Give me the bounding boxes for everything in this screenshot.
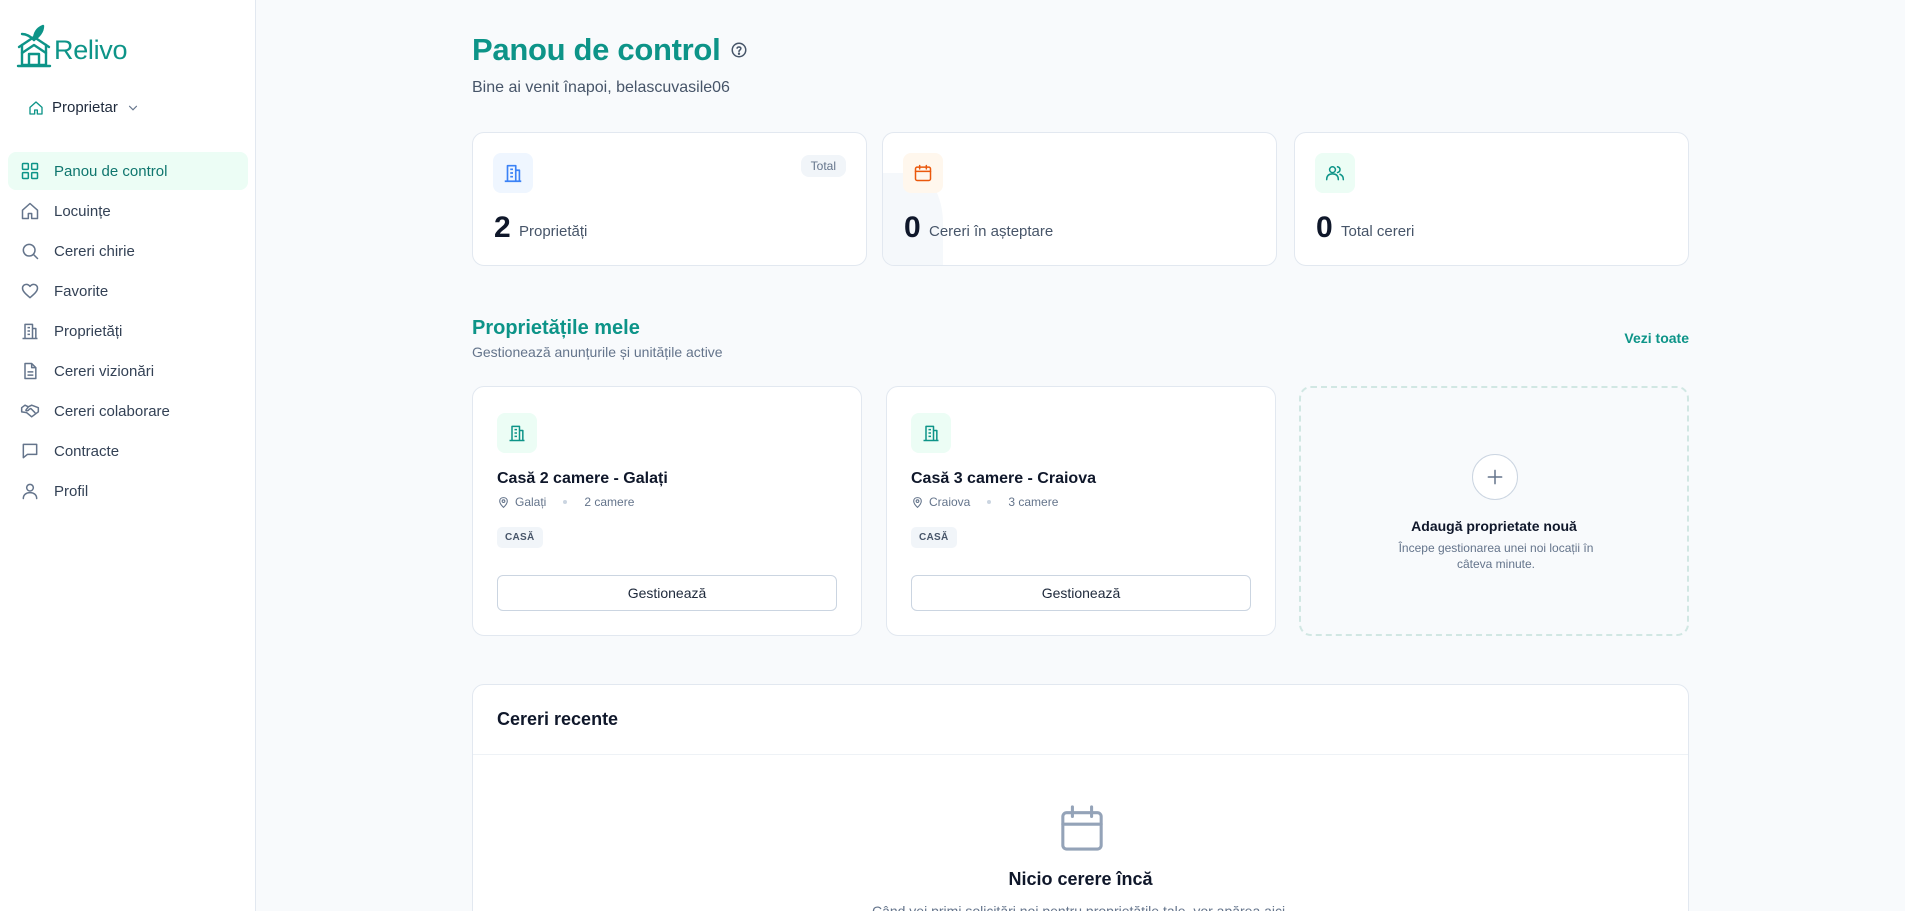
property-type-tag: CASĂ bbox=[497, 527, 543, 548]
chat-icon bbox=[20, 441, 40, 461]
sidebar-item-label: Panou de control bbox=[54, 162, 168, 180]
stat-label: Proprietăți bbox=[519, 223, 588, 240]
map-pin-icon bbox=[499, 496, 508, 508]
logo-icon bbox=[16, 24, 52, 68]
stat-card-total-requests: 0 Total cereri bbox=[1294, 132, 1689, 266]
stat-label: Cereri în așteptare bbox=[929, 223, 1054, 240]
section-subtitle: Gestionează anunțurile și unitățile acti… bbox=[472, 344, 723, 360]
empty-state-description: Când vei primi solicitări noi pentru pro… bbox=[871, 903, 1290, 911]
sidebar-item-contracts[interactable]: Contracte bbox=[8, 432, 248, 470]
property-meta: Craiova 3 camere bbox=[911, 495, 1058, 509]
property-name[interactable]: Casă 3 camere - Craiova bbox=[911, 470, 1096, 488]
sidebar-item-label: Proprietăți bbox=[54, 322, 123, 340]
property-type-tag: CASĂ bbox=[911, 527, 957, 548]
building-icon bbox=[20, 321, 40, 341]
property-card: Casă 2 camere - Galați Galați 2 camere C… bbox=[472, 386, 862, 636]
total-badge: Total bbox=[800, 155, 846, 177]
sidebar-item-favorites[interactable]: Favorite bbox=[8, 272, 248, 310]
page-title-text: Panou de control bbox=[472, 32, 721, 67]
home-icon bbox=[20, 201, 40, 221]
sidebar-nav: Panou de control Locuințe Cereri chirie … bbox=[8, 152, 248, 512]
document-icon bbox=[20, 361, 40, 381]
calendar-icon bbox=[1059, 803, 1105, 853]
search-icon bbox=[20, 241, 40, 261]
property-city: Galați bbox=[515, 495, 547, 509]
sidebar-item-label: Favorite bbox=[54, 282, 109, 300]
panel-title: Cereri recente bbox=[473, 685, 1688, 755]
sidebar-item-label: Locuințe bbox=[54, 202, 111, 220]
brand-logo[interactable]: Relivo bbox=[16, 20, 128, 68]
sidebar-item-dashboard[interactable]: Panou de control bbox=[8, 152, 248, 190]
property-name[interactable]: Casă 2 camere - Galați bbox=[497, 470, 668, 488]
property-rooms: 3 camere bbox=[1008, 495, 1059, 509]
help-icon[interactable] bbox=[730, 41, 748, 59]
separator-dot bbox=[563, 500, 568, 504]
property-meta: Galați 2 camere bbox=[497, 495, 634, 509]
add-property-card[interactable]: Adaugă proprietate nouă Începe gestionar… bbox=[1299, 386, 1689, 636]
map-pin-icon bbox=[913, 496, 922, 508]
heart-icon bbox=[20, 281, 40, 301]
view-all-link[interactable]: Vezi toate bbox=[1624, 330, 1689, 346]
home-icon bbox=[29, 100, 43, 115]
separator-dot bbox=[987, 500, 992, 504]
chevron-down-icon bbox=[128, 105, 137, 111]
brand-name: Relivo bbox=[54, 35, 128, 65]
grid-icon bbox=[20, 161, 40, 181]
building-icon bbox=[497, 413, 537, 453]
sidebar-item-homes[interactable]: Locuințe bbox=[8, 192, 248, 230]
plus-icon bbox=[1472, 454, 1518, 500]
sidebar-item-viewing-requests[interactable]: Cereri vizionări bbox=[8, 352, 248, 390]
building-icon bbox=[493, 153, 533, 193]
property-rooms: 2 camere bbox=[584, 495, 635, 509]
building-icon bbox=[911, 413, 951, 453]
sidebar-item-profile[interactable]: Profil bbox=[8, 472, 248, 510]
sidebar-item-label: Profil bbox=[54, 482, 89, 500]
handshake-icon bbox=[20, 401, 40, 421]
section-title: Proprietățile mele bbox=[472, 317, 640, 339]
users-icon bbox=[1315, 153, 1355, 193]
sidebar-item-label: Cereri vizionări bbox=[54, 362, 155, 380]
stat-value: 2 bbox=[494, 211, 511, 244]
property-card: Casă 3 camere - Craiova Craiova 3 camere… bbox=[886, 386, 1276, 636]
stat-card-pending-requests: 0 Cereri în așteptare bbox=[882, 132, 1277, 266]
add-property-title: Adaugă proprietate nouă bbox=[1411, 518, 1577, 534]
stat-value: 0 bbox=[904, 211, 921, 244]
stat-value: 0 bbox=[1316, 211, 1333, 244]
manage-button[interactable]: Gestionează bbox=[911, 575, 1251, 611]
role-label: Proprietar bbox=[52, 99, 118, 116]
stat-label: Total cereri bbox=[1341, 223, 1415, 240]
sidebar-item-label: Cereri chirie bbox=[54, 242, 135, 260]
page-title: Panou de control bbox=[472, 32, 748, 68]
sidebar-item-properties[interactable]: Proprietăți bbox=[8, 312, 248, 350]
empty-state-title: Nicio cerere încă bbox=[1008, 869, 1153, 889]
calendar-icon bbox=[903, 153, 943, 193]
role-selector[interactable]: Proprietar bbox=[28, 99, 140, 116]
manage-button[interactable]: Gestionează bbox=[497, 575, 837, 611]
add-property-description: Începe gestionarea unei noi locații în c… bbox=[1398, 541, 1594, 571]
stat-card-properties: Total 2 Proprietăți bbox=[472, 132, 867, 266]
sidebar-item-label: Contracte bbox=[54, 442, 120, 460]
user-icon bbox=[20, 481, 40, 501]
sidebar: Relivo Proprietar Panou de control Locui… bbox=[0, 0, 256, 911]
sidebar-item-collaboration-requests[interactable]: Cereri colaborare bbox=[8, 392, 248, 430]
recent-requests-panel: Cereri recente Nicio cerere încă Când ve… bbox=[472, 684, 1689, 911]
welcome-message: Bine ai venit înapoi, belascuvasile06 bbox=[472, 79, 730, 96]
sidebar-item-rent-requests[interactable]: Cereri chirie bbox=[8, 232, 248, 270]
sidebar-item-label: Cereri colaborare bbox=[54, 402, 170, 420]
property-city: Craiova bbox=[929, 495, 971, 509]
